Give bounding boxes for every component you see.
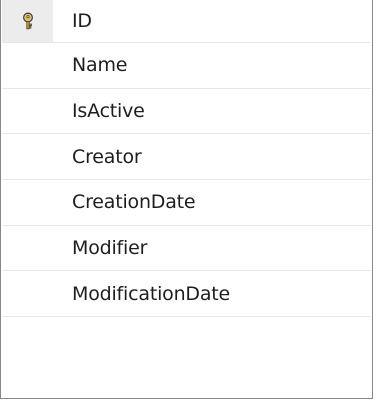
table-row[interactable]: IsActive — [2, 88, 371, 135]
row-selector[interactable] — [2, 180, 53, 225]
table-design-panel: ID Name IsActive Creator CreationDate Mo… — [0, 0, 373, 399]
row-selector[interactable] — [2, 43, 53, 88]
row-selector[interactable] — [2, 225, 53, 271]
column-name: ModificationDate — [72, 282, 231, 305]
table-row[interactable]: Name — [2, 43, 371, 89]
table-row[interactable]: ModificationDate — [2, 271, 371, 318]
table-row[interactable]: Creator — [2, 134, 371, 181]
row-selector[interactable] — [2, 88, 53, 134]
primary-key-icon — [21, 12, 35, 30]
column-name: CreationDate — [72, 191, 196, 214]
table-row[interactable]: ID — [2, 0, 371, 43]
column-name: Creator — [72, 145, 142, 168]
row-selector[interactable] — [2, 271, 53, 317]
column-name: Name — [72, 54, 128, 77]
table-row[interactable]: CreationDate — [2, 180, 371, 226]
row-selector[interactable] — [2, 0, 53, 42]
row-selector[interactable] — [2, 134, 53, 180]
column-list: ID Name IsActive Creator CreationDate Mo… — [2, 0, 371, 318]
column-name: Modifier — [72, 237, 148, 260]
column-name: IsActive — [72, 100, 145, 123]
column-name: ID — [72, 10, 92, 32]
table-row[interactable]: Modifier — [2, 225, 371, 272]
